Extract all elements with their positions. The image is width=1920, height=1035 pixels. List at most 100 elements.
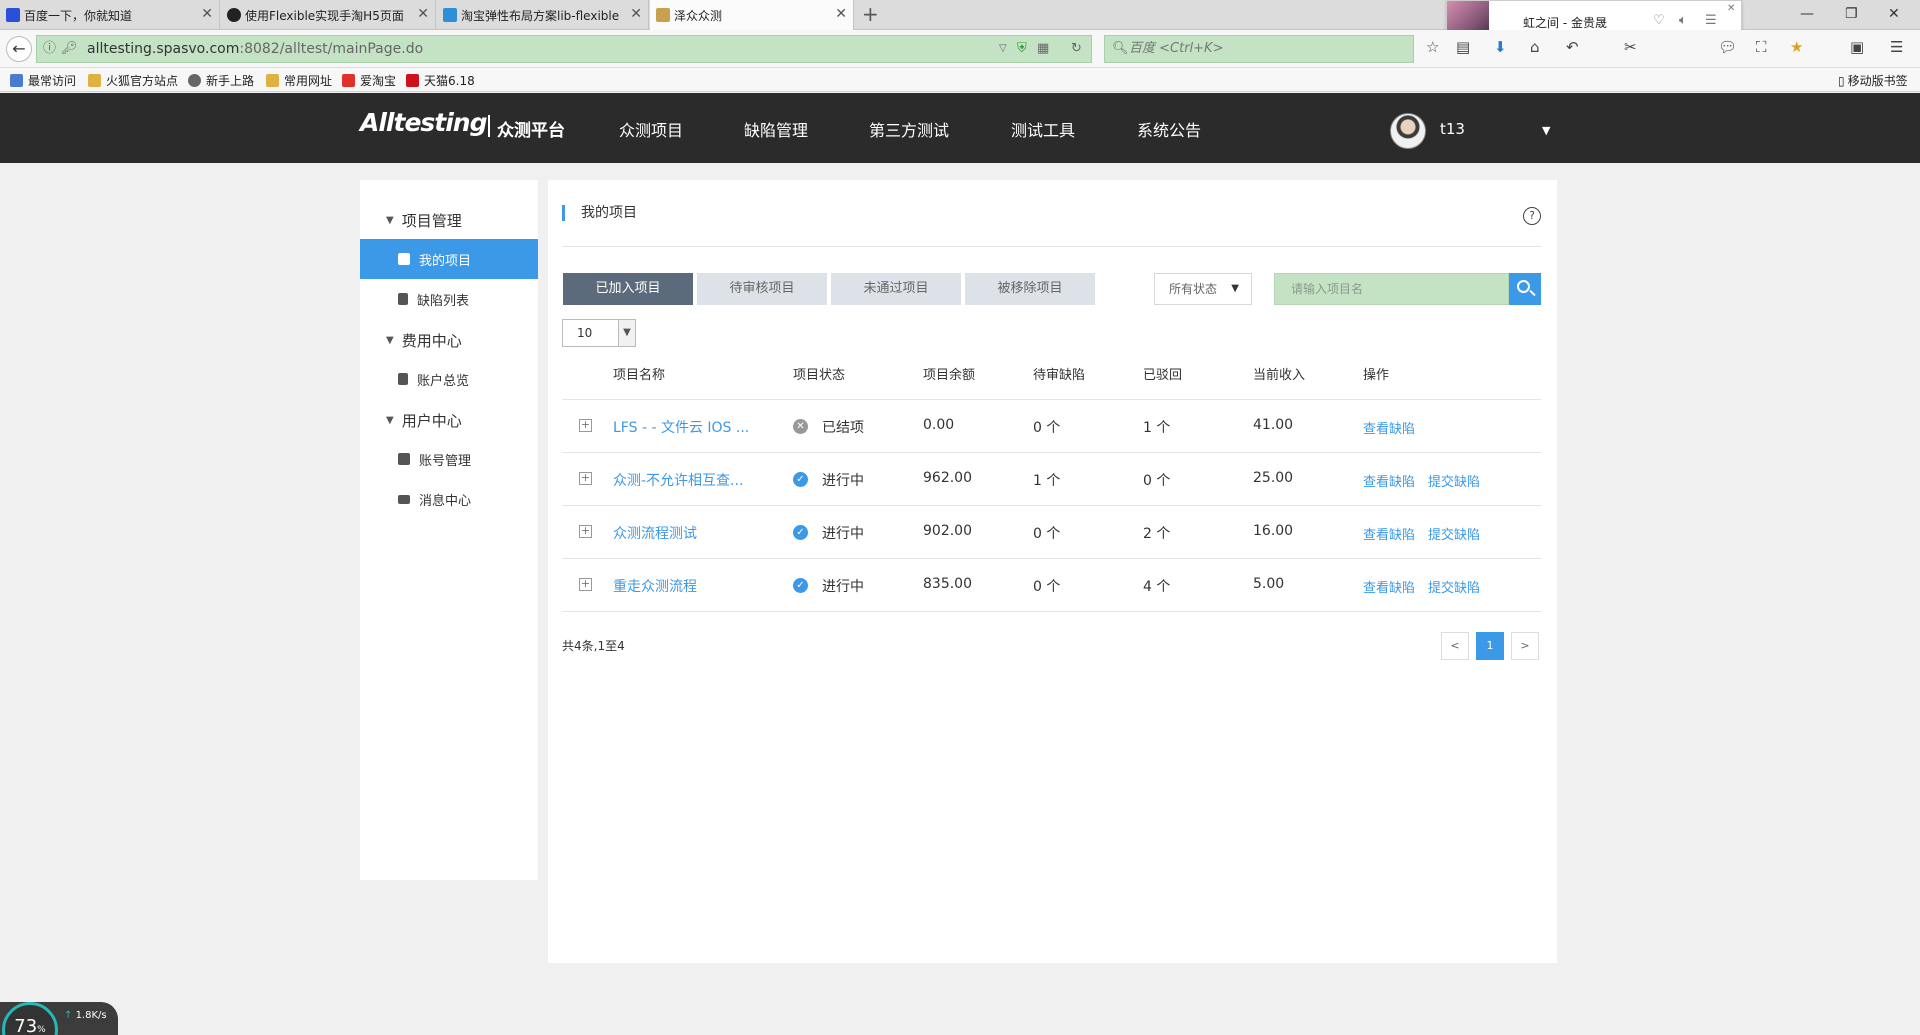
expand-row-icon[interactable]: + (579, 578, 592, 591)
browser-tab-baidu[interactable]: 百度一下，你就知道 ✕ (0, 0, 220, 30)
back-button[interactable]: ← (6, 36, 32, 62)
project-name-link[interactable]: 众测流程测试 (613, 523, 697, 543)
menu-icon[interactable]: ☰ (1890, 38, 1903, 56)
bookmark-item[interactable]: 新手上路 (188, 72, 254, 89)
row-divider (562, 452, 1541, 453)
view-defects-link[interactable]: 查看缺陷 (1363, 471, 1415, 490)
minimize-icon[interactable]: — (1800, 6, 1814, 22)
sidebar-item-my-projects[interactable]: 我的项目 (360, 239, 538, 279)
tab-joined-projects[interactable]: 已加入项目 (563, 273, 693, 305)
sidebar-item-account-overview[interactable]: 账户总览 (360, 359, 538, 399)
view-defects-link[interactable]: 查看缺陷 (1363, 418, 1415, 437)
alltesting-logo[interactable]: Alltesting (360, 108, 487, 137)
volume-icon[interactable]: 🔈︎ (1679, 13, 1687, 28)
view-defects-link[interactable]: 查看缺陷 (1363, 524, 1415, 543)
rejected-count: 0 个 (1143, 473, 1171, 489)
reload-icon[interactable]: ↻ (1071, 36, 1082, 62)
avatar[interactable] (1390, 113, 1426, 149)
expand-row-icon[interactable]: + (579, 419, 592, 432)
project-name-link[interactable]: LFS - - 文件云 IOS ... (613, 417, 749, 437)
user-card-icon (398, 453, 410, 465)
bookmark-label: 爱淘宝 (360, 74, 397, 88)
help-icon[interactable]: ? (1523, 207, 1541, 225)
browser-tab-alltesting[interactable]: 泽众众测 ✕ (650, 0, 854, 30)
rate-value: 1.8K/s (75, 1010, 107, 1021)
qrcode-icon[interactable]: ▦ (1037, 36, 1049, 62)
sidebar-group-billing[interactable]: ▼ 费用中心 (386, 330, 462, 351)
sidebar-item-defect-list[interactable]: 缺陷列表 (360, 279, 538, 319)
sidebar-group-user-center[interactable]: ▼ 用户中心 (386, 410, 462, 431)
close-tab-icon[interactable]: ✕ (201, 6, 213, 22)
bookmark-item[interactable]: 火狐官方站点 (88, 72, 178, 89)
prev-page-button[interactable]: < (1441, 632, 1469, 660)
browser-search-box[interactable]: 🔍︎ 百度 <Ctrl+K> (1104, 35, 1414, 63)
expand-row-icon[interactable]: + (579, 525, 592, 538)
chevron-down-icon[interactable]: ▼ (1542, 124, 1550, 137)
browser-tab-lib-flexible[interactable]: 淘宝弹性布局方案lib-flexible ✕ (437, 0, 649, 30)
project-icon (398, 253, 410, 265)
home-icon[interactable]: ⌂ (1530, 38, 1540, 56)
caret-down-icon: ▼ (386, 215, 394, 226)
status-filter-select[interactable]: 所有状态 ▼ (1154, 273, 1252, 305)
submit-defect-link[interactable]: 提交缺陷 (1428, 577, 1480, 596)
browser-tab-flexible[interactable]: 使用Flexible实现手淘H5页面 ✕ (221, 0, 436, 30)
search-button[interactable] (1509, 273, 1541, 305)
bookmark-label: 新手上路 (206, 74, 255, 88)
bookmark-item[interactable]: 爱淘宝 (342, 72, 396, 89)
nav-crowdtest-projects[interactable]: 众测项目 (619, 117, 683, 141)
page-1-button[interactable]: 1 (1476, 632, 1504, 660)
download-icon[interactable]: ⬇ (1494, 38, 1507, 56)
like-icon[interactable]: ♡ (1653, 13, 1665, 28)
nav-defect-management[interactable]: 缺陷管理 (744, 117, 808, 141)
project-status: 进行中 (822, 526, 864, 542)
mobile-bookmarks[interactable]: ▯ 移动版书签 (1838, 72, 1908, 89)
window-close-icon[interactable]: ✕ (1888, 6, 1900, 22)
undo-icon[interactable]: ↶ (1566, 38, 1579, 56)
tab-pending-review-projects[interactable]: 待审核项目 (697, 273, 827, 305)
reader-icon[interactable]: ▣ (1850, 38, 1864, 56)
sidebar-item-message-center[interactable]: 消息中心 (360, 479, 538, 519)
close-tab-icon[interactable]: ✕ (835, 6, 847, 22)
page-size-select[interactable]: 10 ▼ (562, 319, 636, 347)
tab-rejected-projects[interactable]: 未通过项目 (831, 273, 961, 305)
screenshot-icon[interactable]: ✂ (1624, 38, 1637, 56)
reading-list-icon[interactable]: ▤ (1456, 38, 1470, 56)
close-tab-icon[interactable]: ✕ (630, 6, 642, 22)
nav-announcements[interactable]: 系统公告 (1137, 117, 1201, 141)
project-name-link[interactable]: 重走众测流程 (613, 576, 697, 596)
submit-defect-link[interactable]: 提交缺陷 (1428, 471, 1480, 490)
bookmark-item[interactable]: 常用网址 (266, 72, 332, 89)
popup-close-icon[interactable]: ✕ (1727, 3, 1735, 14)
extension-icon[interactable]: ★ (1790, 38, 1803, 56)
submit-defect-link[interactable]: 提交缺陷 (1428, 524, 1480, 543)
close-tab-icon[interactable]: ✕ (417, 6, 429, 22)
sidebar-item-account-management[interactable]: 账号管理 (360, 439, 538, 479)
view-defects-link[interactable]: 查看缺陷 (1363, 577, 1415, 596)
crop-icon[interactable]: ⛶ (1756, 38, 1767, 56)
chat-icon[interactable]: 💬︎ (1718, 38, 1737, 56)
playlist-icon[interactable]: ☰ (1705, 13, 1717, 28)
song-title: 虹之间 - 金贵晟 (1523, 16, 1607, 30)
address-bar[interactable]: ⓘ 🔑︎ alltesting.spasvo.com:8082/alltest/… (36, 35, 1092, 63)
row-divider (562, 611, 1541, 612)
project-name-link[interactable]: 众测-不允许相互查... (613, 470, 743, 490)
tab-removed-projects[interactable]: 被移除项目 (965, 273, 1095, 305)
bookmark-item[interactable]: 天猫6.18 (406, 72, 475, 89)
clipboard-icon (398, 293, 408, 305)
page-size-value: 10 (577, 326, 593, 340)
dropdown-icon[interactable]: ▽ (999, 36, 1007, 62)
sidebar-group-project-management[interactable]: ▼ 项目管理 (386, 210, 462, 231)
expand-row-icon[interactable]: + (579, 472, 592, 485)
search-icon: 🔍︎ (1112, 41, 1129, 56)
next-page-button[interactable]: > (1511, 632, 1539, 660)
rejected-count: 4 个 (1143, 579, 1171, 595)
restore-icon[interactable]: ❐ (1845, 6, 1858, 22)
bookmark-star-icon[interactable]: ☆ (1426, 38, 1439, 56)
nav-test-tools[interactable]: 测试工具 (1011, 117, 1075, 141)
username[interactable]: t13 (1440, 120, 1465, 138)
new-tab-button[interactable]: + (862, 2, 879, 26)
github-favicon-icon (227, 8, 241, 22)
bookmark-item[interactable]: 最常访问 (10, 72, 76, 89)
project-search-input[interactable]: 请输入项目名 (1274, 273, 1509, 305)
nav-third-party-testing[interactable]: 第三方测试 (869, 117, 949, 141)
